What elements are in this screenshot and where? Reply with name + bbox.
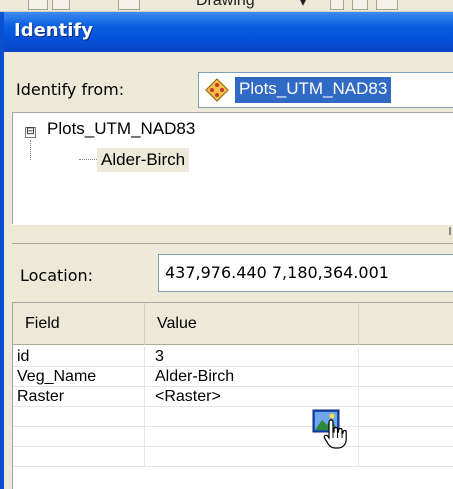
empty-cell bbox=[359, 387, 453, 407]
field-cell bbox=[13, 447, 145, 467]
drawing-dropdown-icon[interactable]: ▾ bbox=[300, 0, 306, 9]
splitter-grip bbox=[449, 227, 451, 235]
location-field[interactable]: 437,976.440 7,180,364.001 bbox=[158, 254, 453, 292]
results-tree: ⊟ Plots_UTM_NAD83 Alder-Birch bbox=[12, 112, 453, 224]
value-cell: Alder-Birch bbox=[145, 367, 359, 387]
empty-cell bbox=[359, 347, 453, 367]
table-header: Field Value bbox=[13, 303, 453, 345]
collapse-icon[interactable]: ⊟ bbox=[25, 127, 36, 138]
toolbar-button[interactable] bbox=[52, 0, 70, 10]
column-header-field[interactable]: Field bbox=[13, 303, 145, 345]
title-bar[interactable]: Identify bbox=[4, 12, 453, 52]
tree-root-layer[interactable]: Plots_UTM_NAD83 bbox=[47, 119, 195, 139]
field-cell bbox=[13, 427, 145, 447]
column-header-empty bbox=[359, 303, 453, 345]
field-cell: id bbox=[13, 347, 145, 367]
table-row[interactable] bbox=[13, 427, 453, 447]
value-cell: 3 bbox=[145, 347, 359, 367]
field-cell bbox=[13, 407, 145, 427]
tree-connector bbox=[30, 140, 31, 160]
table-row[interactable]: id 3 bbox=[13, 347, 453, 367]
empty-cell bbox=[359, 427, 453, 447]
field-cell: Raster bbox=[13, 387, 145, 407]
field-cell: Veg_Name bbox=[13, 367, 145, 387]
tree-connector bbox=[79, 159, 97, 160]
drawing-menu[interactable]: Drawing bbox=[196, 0, 255, 10]
empty-cell bbox=[359, 407, 453, 427]
location-row: Location: 437,976.440 7,180,364.001 bbox=[12, 244, 453, 302]
panel-splitter[interactable] bbox=[12, 224, 453, 244]
tree-feature-item[interactable]: Alder-Birch bbox=[97, 148, 190, 172]
value-cell: <Raster> bbox=[145, 387, 359, 407]
identify-from-dropdown[interactable]: Plots_UTM_NAD83 bbox=[198, 72, 453, 108]
toolbar-button[interactable] bbox=[330, 0, 344, 10]
table-row[interactable] bbox=[13, 407, 453, 427]
toolbar-button[interactable] bbox=[28, 0, 48, 10]
location-label: Location: bbox=[20, 266, 94, 285]
identify-from-label: Identify from: bbox=[16, 80, 125, 99]
table-row[interactable]: Raster <Raster> bbox=[13, 387, 453, 407]
toolbar-button[interactable] bbox=[118, 0, 140, 10]
empty-cell bbox=[359, 447, 453, 467]
feature-layer-icon bbox=[205, 78, 229, 102]
hand-cursor-icon bbox=[323, 419, 347, 449]
window-title: Identify bbox=[14, 20, 93, 41]
toolbar-button[interactable] bbox=[376, 0, 398, 10]
empty-cell bbox=[359, 367, 453, 387]
toolbar-button[interactable] bbox=[352, 0, 368, 10]
attribute-table: Field Value id 3 Veg_Name Alder-Birch Ra… bbox=[12, 302, 453, 489]
value-cell bbox=[145, 447, 359, 467]
selected-layer-value: Plots_UTM_NAD83 bbox=[235, 77, 392, 103]
toolbar-strip: Drawing ▾ bbox=[0, 0, 453, 12]
table-row[interactable] bbox=[13, 447, 453, 467]
column-header-value[interactable]: Value bbox=[145, 303, 359, 345]
table-row[interactable]: Veg_Name Alder-Birch bbox=[13, 367, 453, 387]
